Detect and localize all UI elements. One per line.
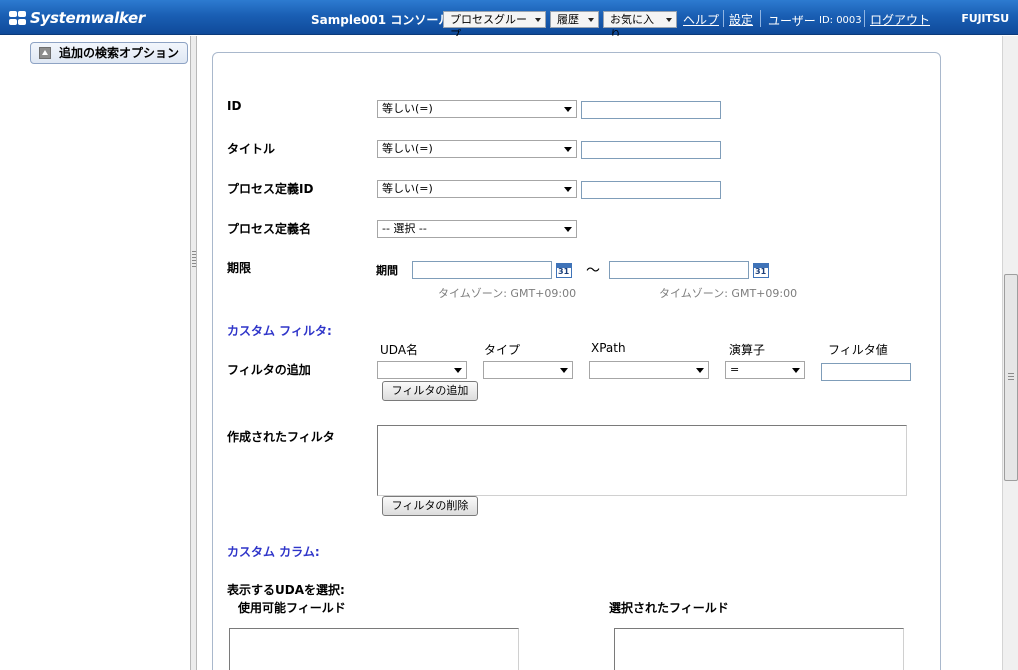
favorites-dropdown[interactable]: お気に入り bbox=[603, 11, 677, 41]
operator-select[interactable]: = bbox=[725, 361, 805, 379]
uda-name-column-header: UDA名 bbox=[380, 343, 419, 357]
id-label: ID bbox=[227, 99, 242, 113]
app-window: Systemwalker Sample001 コンソール プロセスグループ 履歴… bbox=[0, 0, 1018, 670]
operator-column-header: 演算子 bbox=[729, 343, 766, 357]
chevron-down-icon bbox=[666, 18, 672, 22]
process-def-name-select[interactable]: -- 選択 -- bbox=[377, 220, 577, 238]
user-label: ユーザー bbox=[768, 14, 816, 28]
title-operator-select[interactable]: 等しい(=) bbox=[377, 140, 577, 158]
splitter-grip-icon bbox=[192, 251, 196, 269]
available-fields-list[interactable] bbox=[229, 628, 519, 670]
available-fields-label: 使用可能フィールド bbox=[238, 601, 346, 615]
scrollbar-grip-icon bbox=[1008, 373, 1014, 380]
selected-fields-label: 選択されたフィールド bbox=[609, 601, 729, 615]
fujitsu-logo: FUJITSU bbox=[961, 12, 1009, 25]
chevron-down-icon bbox=[560, 368, 568, 373]
created-filters-list[interactable] bbox=[377, 425, 907, 496]
left-sidebar bbox=[0, 36, 190, 670]
select-uda-label: 表示するUDAを選択: bbox=[227, 583, 345, 597]
panel-legend-label: 追加の検索オプション bbox=[59, 46, 180, 60]
xpath-column-header: XPath bbox=[591, 341, 626, 355]
scrollbar-thumb[interactable] bbox=[1004, 274, 1018, 481]
filter-value-column-header: フィルタ値 bbox=[828, 343, 888, 357]
systemwalker-logo-icon bbox=[8, 9, 28, 27]
additional-search-options-toggle[interactable]: 追加の検索オプション bbox=[30, 42, 189, 64]
uda-name-select[interactable] bbox=[377, 361, 467, 379]
id-input[interactable] bbox=[581, 101, 721, 119]
period-from-input[interactable] bbox=[412, 261, 552, 279]
chevron-down-icon bbox=[792, 368, 800, 373]
calendar-icon[interactable]: 31 bbox=[753, 262, 769, 278]
calendar-day-number: 31 bbox=[558, 267, 570, 276]
calendar-icon[interactable]: 31 bbox=[556, 262, 572, 278]
timezone-to-hint: タイムゾーン: GMT+09:00 bbox=[659, 287, 798, 300]
operator-value: = bbox=[730, 363, 740, 376]
chevron-down-icon bbox=[564, 107, 572, 112]
custom-filter-title: カスタム フィルタ: bbox=[227, 324, 332, 338]
logout-link[interactable]: ログアウト bbox=[870, 11, 930, 28]
vertical-scrollbar[interactable] bbox=[1002, 36, 1018, 670]
logo-text: Systemwalker bbox=[30, 9, 146, 27]
chevron-down-icon bbox=[454, 368, 462, 373]
add-filter-button[interactable]: フィルタの追加 bbox=[382, 381, 478, 401]
title-input[interactable] bbox=[581, 141, 721, 159]
period-label: 期間 bbox=[376, 264, 398, 277]
add-filter-label: フィルタの追加 bbox=[227, 363, 311, 377]
id-operator-value: 等しい(=) bbox=[382, 102, 433, 115]
console-title: Sample001 コンソール bbox=[311, 13, 451, 27]
xpath-select[interactable] bbox=[589, 361, 709, 379]
filter-value-input[interactable] bbox=[821, 363, 911, 381]
history-label: 履歴 bbox=[557, 13, 579, 26]
header-divider bbox=[723, 10, 724, 27]
process-def-id-operator-select[interactable]: 等しい(=) bbox=[377, 180, 577, 198]
systemwalker-logo: Systemwalker bbox=[8, 8, 145, 28]
period-to-input[interactable] bbox=[609, 261, 749, 279]
settings-link[interactable]: 設定 bbox=[729, 11, 753, 28]
selected-fields-list[interactable] bbox=[614, 628, 904, 670]
title-operator-value: 等しい(=) bbox=[382, 142, 433, 155]
timezone-from-hint: タイムゾーン: GMT+09:00 bbox=[438, 287, 577, 300]
process-def-name-value: -- 選択 -- bbox=[382, 222, 427, 235]
delete-filter-button[interactable]: フィルタの削除 bbox=[382, 496, 478, 516]
chevron-down-icon bbox=[564, 147, 572, 152]
collapse-up-icon bbox=[39, 47, 51, 59]
header-divider bbox=[760, 10, 761, 27]
deadline-label: 期限 bbox=[227, 261, 252, 275]
range-separator: ～ bbox=[586, 263, 600, 279]
chevron-down-icon bbox=[564, 187, 572, 192]
custom-column-title: カスタム カラム: bbox=[227, 545, 320, 559]
history-dropdown[interactable]: 履歴 bbox=[550, 11, 599, 28]
type-select[interactable] bbox=[483, 361, 573, 379]
header-divider bbox=[864, 10, 865, 27]
header-bar: Systemwalker Sample001 コンソール プロセスグループ 履歴… bbox=[0, 0, 1018, 41]
help-link[interactable]: ヘルプ bbox=[683, 11, 719, 28]
created-filters-label: 作成されたフィルタ bbox=[227, 430, 335, 444]
id-operator-select[interactable]: 等しい(=) bbox=[377, 100, 577, 118]
process-def-id-input[interactable] bbox=[581, 181, 721, 199]
process-group-dropdown[interactable]: プロセスグループ bbox=[443, 11, 546, 41]
user-id: ID: 0003 bbox=[819, 15, 862, 26]
process-def-id-operator-value: 等しい(=) bbox=[382, 182, 433, 195]
process-def-id-label: プロセス定義ID bbox=[227, 182, 314, 196]
chevron-down-icon bbox=[588, 18, 594, 22]
title-label: タイトル bbox=[227, 142, 276, 156]
chevron-down-icon bbox=[696, 368, 704, 373]
process-def-name-label: プロセス定義名 bbox=[227, 222, 312, 236]
calendar-day-number: 31 bbox=[755, 267, 767, 276]
chevron-down-icon bbox=[564, 227, 572, 232]
type-column-header: タイプ bbox=[484, 343, 521, 357]
chevron-down-icon bbox=[535, 18, 541, 22]
panel-splitter[interactable] bbox=[190, 36, 197, 670]
